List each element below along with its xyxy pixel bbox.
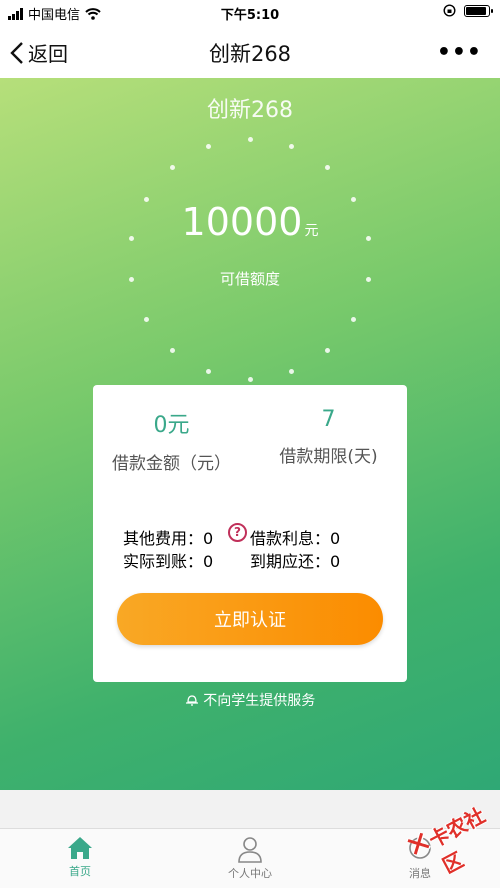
tab-messages-label: 消息 [409,867,431,880]
other-fees: 其他费用：0 [123,529,214,548]
hero-title: 创新268 [207,98,293,123]
hero-section: 创新268 10000 元 可借额度 0元 借款金额（元） 7 借款期限(天) 其… [0,78,500,790]
battery-level [466,6,486,15]
page-title: 创新268 [208,42,292,66]
watermark-logo: ✕ 卡农社区 [397,787,499,878]
help-icon[interactable]: ? [228,523,247,542]
status-right [443,4,493,17]
tab-home-label: 首页 [69,865,91,878]
loan-card: 0元 借款金额（元） 7 借款期限(天) 其他费用：0 实际到账：0 ? 借款利… [93,385,407,682]
dial-dot [247,136,253,142]
dial-dot [351,316,357,322]
loan-amount-value: 0元 [153,413,190,438]
nav-bar: 返回 创新268 ••• [0,26,500,78]
amount-unit: 元 [304,223,319,239]
dial-dot [143,316,149,322]
status-time: 下午5:10 [220,8,280,23]
bell-icon [185,695,198,706]
dial-dot [206,143,212,149]
available-label: 可借额度 [219,270,280,288]
loan-term-column: 7 借款期限(天) [250,407,407,467]
dial-dot [288,143,294,149]
verify-now-button[interactable]: 立即认证 [117,593,383,645]
back-button[interactable]: 返回 [10,38,68,67]
dial-dot [170,164,176,170]
loan-amount-label: 借款金额（元） [112,454,231,474]
battery-icon [464,4,493,17]
dial-dot [247,376,253,382]
status-bar: 中国电信 下午5:10 [0,0,500,26]
tab-home[interactable]: 首页 [40,835,120,879]
actual-received: 实际到账：0 [123,552,214,571]
loan-amount-column: 0元 借款金额（元） [93,407,250,474]
due-repayment: 到期应还：0 [250,552,341,571]
chevron-left-icon [10,41,23,64]
tab-profile[interactable]: 个人中心 [210,835,290,881]
dial-dot [170,348,176,354]
loan-term-label: 借款期限(天) [279,447,378,467]
available-amount: 10000 元 [0,200,500,244]
home-icon [68,837,92,859]
amount-value: 10000 [181,200,303,244]
back-label: 返回 [28,42,68,66]
dial-dot [324,164,330,170]
dial-dot [324,348,330,354]
person-icon [238,837,262,863]
dial-dot [206,369,212,375]
interest: 借款利息：0 [250,529,341,548]
more-button[interactable]: ••• [437,40,482,65]
tab-profile-label: 个人中心 [228,867,272,880]
orientation-lock-icon [443,4,456,17]
notice-text: 不向学生提供服务 [203,693,316,709]
dial-dot [288,369,294,375]
loan-term-value: 7 [321,407,336,432]
student-notice: 不向学生提供服务 [0,690,500,710]
credit-dial [125,134,375,384]
